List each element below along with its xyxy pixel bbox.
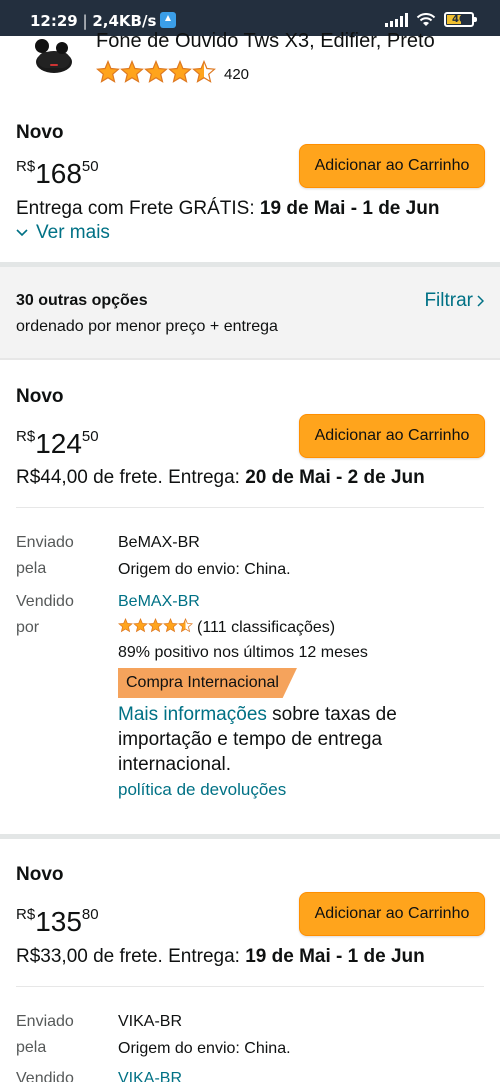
star-rating [96, 60, 216, 89]
upload-arrow-icon [160, 12, 177, 28]
filter-label: Filtrar [424, 290, 473, 311]
divider [16, 986, 484, 987]
shipped-label-line2: pela [16, 560, 47, 577]
price-whole: 168 [35, 158, 82, 189]
shipped-label-line1: Enviado [16, 534, 74, 551]
status-icons: 40 [385, 12, 477, 27]
other-options-sort: ordenado por menor preço + entrega [16, 318, 278, 335]
sold-by-label: Vendido por [16, 589, 74, 641]
price-whole: 135 [35, 906, 82, 937]
star-icon [163, 618, 178, 633]
section-divider [0, 358, 500, 360]
shipped-by-label: Enviado pela [16, 1009, 74, 1061]
seller-rating[interactable]: (111 classificações) [118, 618, 335, 638]
price: R$13580 [16, 900, 99, 937]
shipped-by-value: BeMAX-BR [118, 534, 200, 551]
chevron-down-icon [16, 229, 28, 237]
see-more-link[interactable]: Ver mais [16, 222, 110, 244]
star-icon [178, 618, 193, 633]
battery-icon: 40 [444, 12, 477, 27]
price-cents: 50 [81, 158, 99, 175]
price-currency: R$ [16, 906, 36, 923]
seller-link[interactable]: VIKA-BR [118, 1066, 182, 1082]
sold-label-line2: por [16, 619, 40, 636]
international-badge: Compra Internacional [118, 668, 297, 698]
star-icon [120, 60, 144, 83]
divider [16, 507, 484, 508]
wifi-icon [416, 13, 436, 27]
product-title[interactable]: Fone de Ouvido Tws X3, Edifier, Preto [96, 30, 435, 53]
price: R$12450 [16, 422, 99, 459]
star-rating [118, 618, 193, 638]
sold-by-label: Vendido [16, 1066, 74, 1082]
shipped-label-line1: Enviado [16, 1013, 74, 1030]
other-options-band [0, 267, 500, 360]
star-icon [118, 618, 133, 633]
star-icon [144, 60, 168, 83]
see-more-label: Ver mais [36, 222, 110, 243]
ship-origin: Origem do envio: China. [118, 1040, 291, 1057]
section-divider [0, 834, 500, 839]
price-currency: R$ [16, 428, 36, 445]
delivery-dates: 20 de Mai - 2 de Jun [245, 467, 425, 488]
star-icon [148, 618, 163, 633]
price-cents: 50 [81, 428, 99, 445]
sold-label-line1: Vendido [16, 1070, 74, 1082]
ship-origin: Origem do envio: China. [118, 561, 291, 578]
price-cents: 80 [81, 906, 99, 923]
star-icon [133, 618, 148, 633]
price-currency: R$ [16, 158, 36, 175]
condition-label: Novo [16, 122, 64, 143]
delivery-prefix: R$44,00 de frete. Entrega: [16, 467, 246, 488]
returns-policy-link[interactable]: política de devoluções [118, 780, 286, 800]
seller-ratings-count: (111 classificações) [197, 619, 336, 636]
star-icon [168, 60, 192, 83]
delivery-info: R$33,00 de frete. Entrega: 19 de Mai - 1… [16, 946, 425, 968]
network-speed: 2,4KB/s [92, 12, 157, 30]
add-to-cart-button[interactable]: Adicionar ao Carrinho [299, 144, 485, 188]
more-info-text: Mais informações sobre taxas de importaç… [118, 702, 438, 777]
shipped-by-label: Enviado pela [16, 530, 74, 582]
delivery-info: Entrega com Frete GRÁTIS: 19 de Mai - 1 … [16, 198, 439, 220]
shipped-label-line2: pela [16, 1039, 47, 1056]
star-icon [192, 60, 216, 83]
condition-label: Novo [16, 864, 64, 885]
add-to-cart-button[interactable]: Adicionar ao Carrinho [299, 892, 485, 936]
seller-link[interactable]: BeMAX-BR [118, 589, 200, 615]
other-options-title: 30 outras opções [16, 292, 148, 309]
add-to-cart-button[interactable]: Adicionar ao Carrinho [299, 414, 485, 458]
rating-count: 420 [224, 66, 250, 83]
condition-label: Novo [16, 386, 64, 407]
more-info-link[interactable]: Mais informações [118, 704, 267, 725]
product-thumbnail[interactable] [28, 36, 78, 78]
seller-positive: 89% positivo nos últimos 12 meses [118, 644, 368, 661]
product-rating[interactable]: 420 [96, 60, 249, 89]
star-icon [96, 60, 120, 83]
status-time: 12:29 | 2,4KB/s [30, 12, 177, 30]
sold-label-line1: Vendido [16, 593, 74, 610]
delivery-dates: 19 de Mai - 1 de Jun [259, 198, 440, 219]
shipped-by-value: VIKA-BR [118, 1013, 183, 1030]
signal-icon [385, 13, 408, 27]
delivery-prefix: R$33,00 de frete. Entrega: [16, 946, 246, 967]
price-whole: 124 [35, 428, 82, 459]
filter-button[interactable]: Filtrar [424, 290, 484, 312]
price: R$16850 [16, 152, 99, 189]
delivery-dates: 19 de Mai - 1 de Jun [245, 946, 425, 967]
delivery-info: R$44,00 de frete. Entrega: 20 de Mai - 2… [16, 467, 425, 489]
chevron-right-icon [477, 295, 484, 307]
clock-text: 12:29 [30, 12, 78, 30]
delivery-prefix: Entrega com Frete GRÁTIS: [16, 198, 260, 219]
battery-level: 40 [452, 14, 466, 25]
